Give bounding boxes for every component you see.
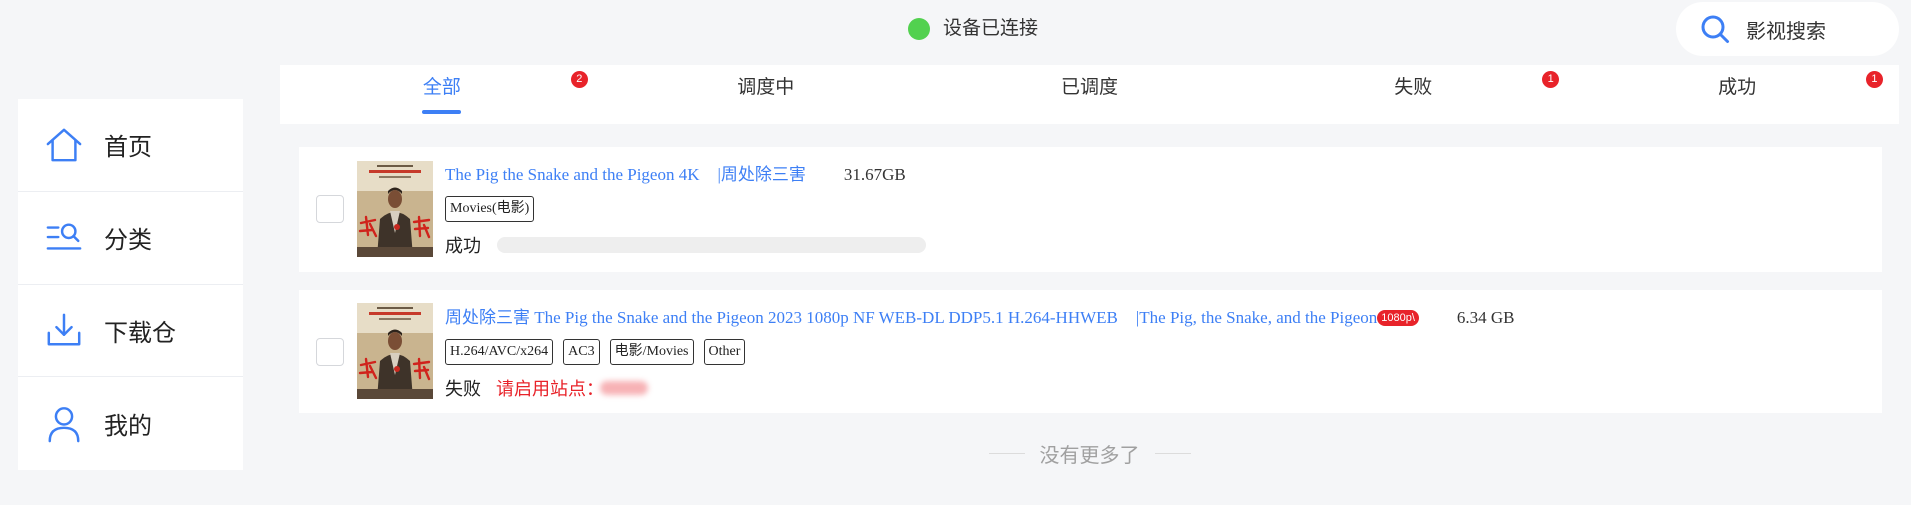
task-status: 成功 [445, 236, 481, 256]
task-title-row: The Pig the Snake and the Pigeon 4K |周处除… [445, 163, 1862, 187]
divider-line [988, 452, 1025, 454]
sidebar-item-downloads[interactable]: 下载仓 [18, 285, 243, 378]
tab-failed[interactable]: 失败 1 [1251, 65, 1575, 124]
connection-status-text: 设备已连接 [943, 18, 1039, 39]
task-info: The Pig the Snake and the Pigeon 4K |周处除… [445, 163, 1862, 258]
sidebar-item-label: 分类 [104, 227, 152, 255]
progress-bar [497, 237, 926, 253]
tab-badge: 1 [1865, 71, 1883, 88]
blurred-site-name [600, 381, 648, 395]
task-size: 6.34 GB [1456, 308, 1515, 327]
task-status: 失败 [445, 379, 481, 399]
connected-dot-icon [908, 18, 930, 40]
task-status-row: 成功 [445, 232, 1862, 258]
task-title[interactable]: The Pig the Snake and the Pigeon 4K [445, 163, 700, 187]
tab-scheduling[interactable]: 调度中 [604, 65, 928, 124]
sidebar-item-category[interactable]: 分类 [18, 192, 243, 285]
tag: AC3 [563, 339, 600, 365]
task-subtitle[interactable]: |The Pig, the Snake, and the Pigeon [1136, 306, 1377, 330]
tag: H.264/AVC/x264 [445, 339, 554, 365]
no-more-text: 没有更多了 [1039, 444, 1140, 467]
task-checkbox[interactable] [316, 338, 344, 366]
tag: 电影/Movies [609, 339, 694, 365]
task-tags: H.264/AVC/x264 AC3 电影/Movies Other [445, 339, 1862, 365]
task-title-row: 周处除三害 The Pig the Snake and the Pigeon 2… [445, 306, 1862, 330]
user-icon [48, 406, 80, 442]
error-message: 请启用站点： [496, 379, 604, 399]
tab-scheduled[interactable]: 已调度 [928, 65, 1252, 124]
task-size: 31.67GB [843, 165, 906, 184]
poster-image [357, 303, 433, 399]
task-title[interactable]: 周处除三害 The Pig the Snake and the Pigeon 2… [445, 306, 1118, 330]
task-card: The Pig the Snake and the Pigeon 4K |周处除… [299, 147, 1882, 272]
search-box[interactable]: 影视搜索 [1676, 2, 1899, 56]
tag: Movies(电影) [445, 196, 535, 222]
tag: Other [703, 339, 746, 365]
task-subtitle[interactable]: |周处除三害 [718, 163, 806, 187]
no-more-indicator: 没有更多了 [280, 440, 1899, 467]
tab-label: 调度中 [737, 77, 795, 98]
tab-label: 已调度 [1060, 77, 1118, 98]
poster-image [357, 161, 433, 257]
sidebar-item-label: 下载仓 [104, 319, 176, 347]
task-info: 周处除三害 The Pig the Snake and the Pigeon 2… [445, 306, 1862, 401]
sidebar-item-label: 首页 [104, 134, 152, 162]
home-icon [46, 128, 82, 162]
category-search-icon [46, 223, 82, 250]
resolution-badge: 1080p\ [1377, 310, 1419, 326]
status-tabs: 全部 2 调度中 已调度 失败 1 成功 1 [280, 65, 1899, 124]
sidebar-item-home[interactable]: 首页 [18, 99, 243, 192]
tab-label: 全部 [422, 77, 461, 98]
sidebar: 首页 分类 下载仓 我的 [18, 99, 243, 470]
tab-label: 失败 [1394, 77, 1433, 98]
task-tags: Movies(电影) [445, 196, 1862, 222]
tab-badge: 1 [1542, 71, 1560, 88]
sidebar-item-label: 我的 [104, 413, 152, 441]
tab-success[interactable]: 成功 1 [1575, 65, 1899, 124]
tab-label: 成功 [1718, 77, 1757, 98]
connection-status: 设备已连接 [908, 17, 1038, 41]
task-card: 周处除三害 The Pig the Snake and the Pigeon 2… [299, 290, 1882, 413]
download-icon [47, 313, 81, 346]
divider-line [1154, 452, 1191, 454]
tab-badge: 2 [570, 71, 588, 88]
task-checkbox[interactable] [316, 195, 344, 223]
search-icon [1701, 15, 1729, 43]
tab-all[interactable]: 全部 2 [280, 65, 604, 124]
tab-active-underline [422, 110, 462, 114]
sidebar-item-mine[interactable]: 我的 [18, 377, 243, 470]
search-label: 影视搜索 [1746, 20, 1826, 43]
task-status-row: 失败 请启用站点： [445, 375, 1862, 401]
